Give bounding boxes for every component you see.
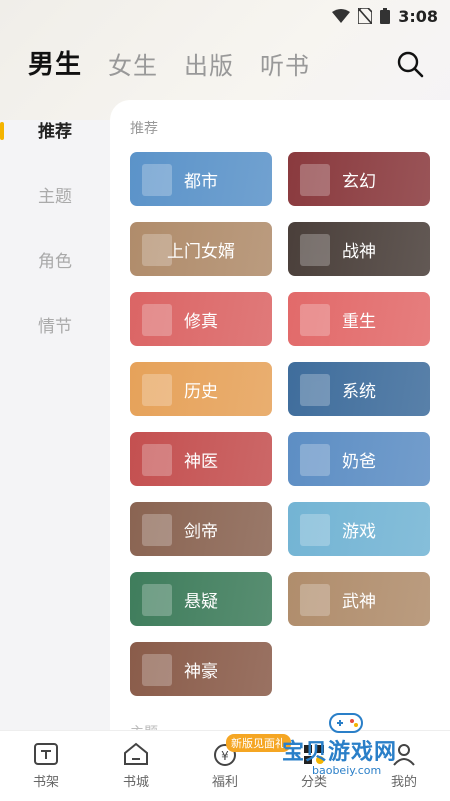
tab-audiobook[interactable]: 听书 <box>260 46 310 81</box>
category-card[interactable]: 修真 <box>130 292 272 346</box>
nav-label-welfare: 福利 <box>211 775 238 790</box>
category-card[interactable]: 玄幻 <box>288 152 430 206</box>
category-card[interactable]: 都市 <box>130 152 272 206</box>
category-card[interactable]: 悬疑 <box>130 572 272 626</box>
category-artwork-icon <box>300 304 330 336</box>
category-card[interactable]: 历史 <box>130 362 272 416</box>
category-artwork-icon <box>142 514 172 546</box>
tab-publish[interactable]: 出版 <box>184 46 234 81</box>
category-label: 上门女婿 <box>167 241 235 262</box>
category-label: 系统 <box>342 381 376 402</box>
category-grid: 都市 玄幻上门女婿 战神修真 重生历史 系统神医 奶爸剑帝 游戏悬疑 武神神豪 <box>130 152 430 696</box>
nav-label-bookshelf: 书架 <box>32 775 59 790</box>
category-label: 修真 <box>184 311 218 332</box>
status-bar: 3:08 <box>0 0 450 32</box>
active-indicator <box>0 122 4 140</box>
no-sim-icon <box>358 8 373 24</box>
nav-bookshelf[interactable]: 书架 <box>16 741 76 790</box>
category-label: 玄幻 <box>342 171 376 192</box>
tab-male[interactable]: 男生 <box>28 44 82 81</box>
category-artwork-icon <box>300 584 330 616</box>
status-icons <box>332 8 391 24</box>
category-card[interactable]: 剑帝 <box>130 502 272 556</box>
sidebar-item-recommend[interactable]: 推荐 <box>0 112 110 152</box>
category-card[interactable]: 神豪 <box>130 642 272 696</box>
category-artwork-icon <box>300 164 330 196</box>
search-icon[interactable] <box>396 50 424 78</box>
site-watermark: 宝贝游戏网 baobeiy.com <box>272 708 442 778</box>
category-artwork-icon <box>300 374 330 406</box>
watermark-url: baobeiy.com <box>312 764 382 777</box>
sidebar-item-theme[interactable]: 主题 <box>0 177 110 217</box>
category-label: 重生 <box>342 311 376 332</box>
category-card[interactable]: 武神 <box>288 572 430 626</box>
category-artwork-icon <box>142 164 172 196</box>
category-card[interactable]: 重生 <box>288 292 430 346</box>
category-label: 剑帝 <box>184 521 218 542</box>
category-label: 悬疑 <box>184 591 218 612</box>
gamepad-icon <box>329 713 363 733</box>
category-label: 历史 <box>184 381 218 402</box>
store-icon <box>124 742 148 765</box>
category-label: 武神 <box>342 591 376 612</box>
category-artwork-icon <box>300 444 330 476</box>
category-artwork-icon <box>142 584 172 616</box>
tab-female[interactable]: 女生 <box>108 46 158 81</box>
top-tabs: 男生 女生 出版 听书 <box>28 44 310 81</box>
battery-icon <box>380 8 391 24</box>
category-card[interactable]: 游戏 <box>288 502 430 556</box>
section-title: 推荐 <box>130 121 158 137</box>
category-label: 神豪 <box>184 661 218 682</box>
category-card[interactable]: 奶爸 <box>288 432 430 486</box>
clock: 3:08 <box>398 6 438 26</box>
category-artwork-icon <box>142 374 172 406</box>
category-sidebar: 推荐 主题 角色 情节 <box>0 100 110 730</box>
category-card[interactable]: 战神 <box>288 222 430 276</box>
sidebar-item-plot[interactable]: 情节 <box>0 307 110 347</box>
category-card[interactable]: 上门女婿 <box>130 222 272 276</box>
category-label: 游戏 <box>342 521 376 542</box>
watermark-title: 宝贝游戏网 <box>282 740 398 765</box>
category-artwork-icon <box>142 654 172 686</box>
svg-text:¥: ¥ <box>221 749 229 763</box>
category-artwork-icon <box>142 444 172 476</box>
category-card[interactable]: 系统 <box>288 362 430 416</box>
bookshelf-icon <box>34 743 58 765</box>
category-card[interactable]: 神医 <box>130 432 272 486</box>
nav-label-store: 书城 <box>122 775 149 790</box>
category-label: 战神 <box>342 241 376 262</box>
category-artwork-icon <box>300 514 330 546</box>
category-label: 奶爸 <box>342 451 376 472</box>
category-artwork-icon <box>142 304 172 336</box>
category-label: 神医 <box>184 451 218 472</box>
nav-store[interactable]: 书城 <box>106 741 166 790</box>
category-panel: 推荐 都市玄幻上门女婿战神修真重生历史系统神医奶爸剑帝游戏悬疑武神神豪 主题 <box>110 100 450 740</box>
category-artwork-icon <box>300 234 330 266</box>
wifi-icon <box>332 9 351 23</box>
sidebar-item-role[interactable]: 角色 <box>0 242 110 282</box>
category-label: 都市 <box>184 171 218 192</box>
